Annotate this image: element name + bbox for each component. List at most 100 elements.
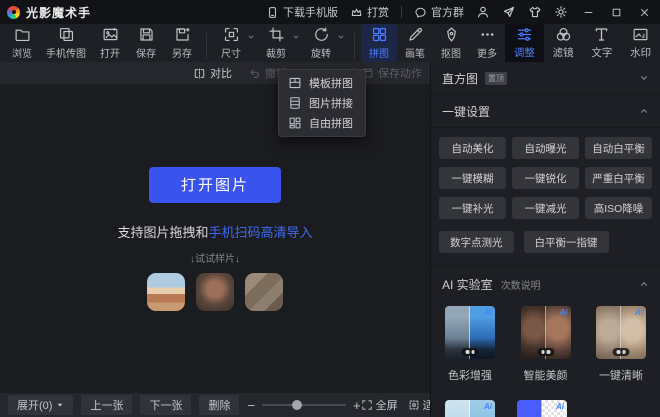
onekey-buttons-row: 数字点测光 白平衡一指键 xyxy=(431,219,660,265)
collage-button[interactable]: 拼图 xyxy=(361,24,397,62)
open-image-button[interactable]: 打开图片 xyxy=(149,166,281,203)
ai-feature-smart-beauty: Ai 智能美颜 xyxy=(520,306,571,383)
crop-button[interactable]: 裁剪 xyxy=(258,24,294,62)
save-action-button[interactable]: 保存动作 xyxy=(362,65,422,81)
crown-icon xyxy=(350,6,363,19)
open-button[interactable]: 打开 xyxy=(92,24,128,62)
folder-icon xyxy=(14,26,31,43)
save-button[interactable]: 保存 xyxy=(128,24,164,62)
sample-image-portrait[interactable] xyxy=(196,272,234,311)
size-dropdown-caret[interactable] xyxy=(247,24,255,62)
user-account-icon[interactable] xyxy=(476,5,490,19)
save-as-button[interactable]: 另存 xyxy=(164,24,200,62)
chevron-up-icon[interactable] xyxy=(639,279,649,289)
copy-frames-icon xyxy=(58,26,75,43)
template-collage-icon xyxy=(288,76,302,90)
zoom-out-button[interactable]: − xyxy=(247,399,255,412)
menu-item-template-collage[interactable]: 模板拼图 xyxy=(279,73,365,93)
delete-image-button[interactable]: 删除 xyxy=(199,395,240,415)
menu-item-free-collage[interactable]: 自由拼图 xyxy=(279,113,365,133)
ai-usage-info-link[interactable]: 次数说明 xyxy=(501,277,541,292)
settings-gear-icon[interactable] xyxy=(554,5,568,19)
cutout-button[interactable]: 抠图 xyxy=(433,24,469,62)
brush-button[interactable]: 画笔 xyxy=(397,24,433,62)
titlebar: 光影魔术手 下载手机版 打赏 官方群 xyxy=(0,0,660,24)
sample-image-beach[interactable] xyxy=(147,272,185,311)
expand-filmstrip-button[interactable]: 展开(0) xyxy=(8,395,74,415)
onekey-buttons-grid: 自动美化 自动曝光 自动白平衡 一键模糊 一键锐化 严重白平衡 一键补光 一键减… xyxy=(431,128,660,219)
histogram-pin-badge[interactable]: 置顶 xyxy=(485,71,508,85)
browse-button[interactable]: 浏览 xyxy=(4,24,40,62)
titlebar-separator xyxy=(401,6,402,18)
ai-lab-section-header[interactable]: AI 实验室 次数说明 xyxy=(431,266,660,302)
onekey-fill-light-button[interactable]: 一键补光 xyxy=(439,197,506,219)
sample-image-desk[interactable] xyxy=(245,272,283,311)
digital-spot-metering-button[interactable]: 数字点测光 xyxy=(439,231,514,253)
minimize-button[interactable] xyxy=(580,4,596,20)
chevron-down-icon[interactable] xyxy=(639,73,649,83)
zoom-slider-knob[interactable] xyxy=(292,400,303,410)
auto-beautify-button[interactable]: 自动美化 xyxy=(439,137,506,159)
watermark-image-icon xyxy=(632,26,649,43)
crop-dropdown-caret[interactable] xyxy=(292,24,300,62)
theme-skin-icon[interactable] xyxy=(528,5,542,19)
phone-upload-button[interactable]: 手机传图 xyxy=(40,24,92,62)
menu-item-image-stitch[interactable]: 图片拼接 xyxy=(279,93,365,113)
size-button[interactable]: 尺寸 xyxy=(213,24,249,62)
histogram-section-header[interactable]: 直方图 置顶 xyxy=(431,62,660,95)
zoom-in-button[interactable]: + xyxy=(353,399,361,412)
compare-toggle-icon[interactable] xyxy=(461,348,479,356)
share-icon[interactable] xyxy=(502,5,516,19)
ai-badge: Ai xyxy=(559,308,568,317)
tab-watermark[interactable]: 水印 xyxy=(621,24,660,62)
download-mobile-button[interactable]: 下载手机版 xyxy=(266,4,338,20)
compare-button[interactable]: 对比 xyxy=(193,65,232,81)
ai-badge: Ai xyxy=(635,308,643,317)
text-t-icon xyxy=(593,26,610,43)
next-image-button[interactable]: 下一张 xyxy=(140,395,192,415)
chevron-up-icon[interactable] xyxy=(639,106,649,116)
severe-white-balance-button[interactable]: 严重白平衡 xyxy=(585,167,652,189)
image-stitch-icon xyxy=(288,96,302,110)
close-button[interactable] xyxy=(636,4,652,20)
onekey-section-header[interactable]: 一键设置 xyxy=(431,95,660,128)
more-dots-icon xyxy=(479,26,496,43)
auto-exposure-button[interactable]: 自动曝光 xyxy=(512,137,579,159)
image-icon xyxy=(102,26,119,43)
phone-scan-import-link[interactable]: 手机扫码高清导入 xyxy=(209,225,313,240)
zoom-controls: − + xyxy=(247,399,360,412)
undo-arrow-icon xyxy=(248,67,261,80)
onekey-blur-button[interactable]: 一键模糊 xyxy=(439,167,506,189)
more-button[interactable]: 更多 xyxy=(469,24,505,62)
auto-white-balance-button[interactable]: 自动白平衡 xyxy=(585,137,652,159)
reward-button[interactable]: 打赏 xyxy=(350,4,389,20)
pen-nib-icon xyxy=(443,26,460,43)
ai-color-enhance-thumb[interactable]: Ai xyxy=(445,306,495,359)
zoom-slider[interactable] xyxy=(262,400,347,410)
fullscreen-button[interactable]: 全屏 xyxy=(361,397,398,413)
tab-filter[interactable]: 滤镜 xyxy=(544,24,583,62)
rotate-button[interactable]: 旋转 xyxy=(303,24,339,62)
ai-badge: Ai xyxy=(484,308,492,317)
grid-collage-icon xyxy=(371,26,388,43)
onekey-dim-light-button[interactable]: 一键减光 xyxy=(512,197,579,219)
high-iso-denoise-button[interactable]: 高ISO降噪 xyxy=(585,197,652,219)
compare-toggle-icon[interactable] xyxy=(537,348,554,356)
main-toolbar: 浏览 手机传图 打开 保存 另存 尺寸 裁剪 旋转 拼图 画笔 抠图 更多 调整… xyxy=(0,24,660,62)
tab-adjust[interactable]: 调整 xyxy=(505,24,544,62)
rotate-dropdown-caret[interactable] xyxy=(337,24,345,62)
prev-image-button[interactable]: 上一张 xyxy=(81,395,133,415)
tab-text[interactable]: 文字 xyxy=(583,24,622,62)
ai-smart-beauty-thumb[interactable]: Ai xyxy=(520,306,571,359)
maximize-button[interactable] xyxy=(608,4,624,20)
ai-feature-thumb-partial[interactable]: Ai xyxy=(445,400,495,417)
white-balance-one-touch-button[interactable]: 白平衡一指键 xyxy=(523,231,609,253)
phone-icon xyxy=(266,6,279,19)
ai-clarity-thumb[interactable]: Ai xyxy=(596,306,646,359)
filter-circles-icon xyxy=(555,26,572,43)
onekey-sharpen-button[interactable]: 一键锐化 xyxy=(512,167,579,189)
status-bar: 展开(0) 上一张 下一张 删除 − + 全屏 xyxy=(0,393,492,417)
compare-toggle-icon[interactable] xyxy=(612,348,630,356)
official-group-button[interactable]: 官方群 xyxy=(414,4,464,20)
ai-feature-thumb-partial[interactable]: Ai xyxy=(517,400,567,417)
